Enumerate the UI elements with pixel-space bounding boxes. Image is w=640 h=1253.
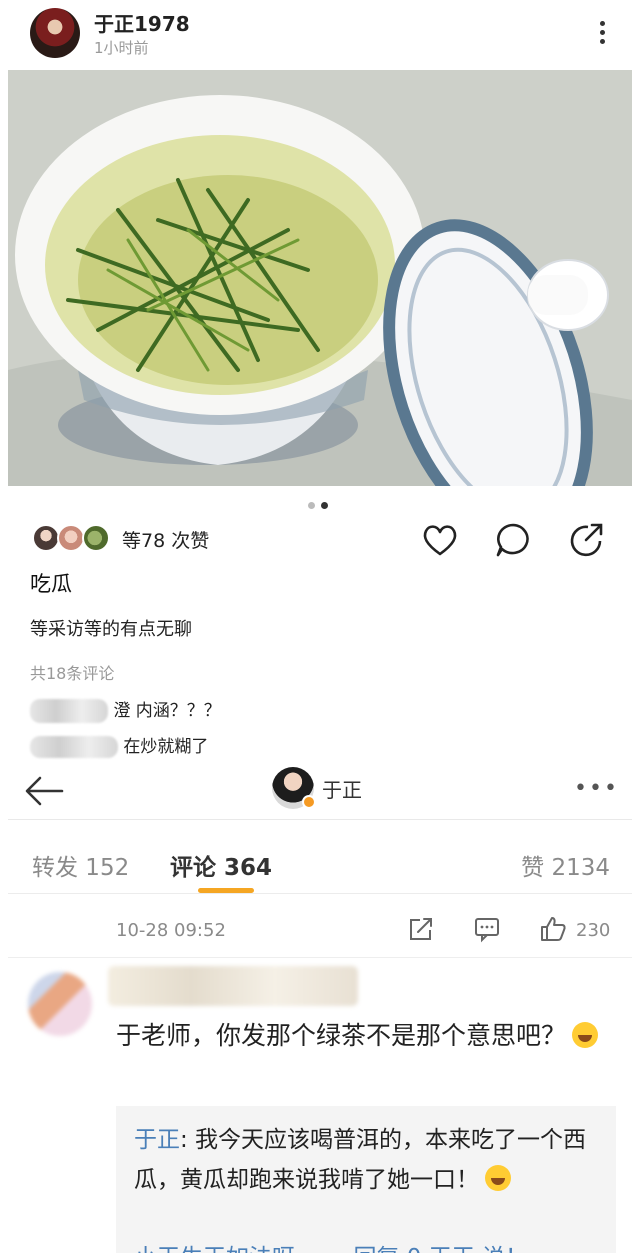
forward-icon[interactable] (406, 914, 436, 944)
comment-bubble-icon[interactable] (493, 520, 533, 560)
post-actions (392, 520, 606, 560)
carousel-dot-active (321, 502, 328, 509)
post-username[interactable]: 于正1978 (94, 8, 190, 37)
back-arrow-icon[interactable] (22, 768, 68, 814)
tab-comment[interactable]: 评论 364 (170, 848, 272, 882)
weibo-author-name[interactable]: 于正 (322, 774, 362, 803)
comment-text: 于老师，你发那个绿茶不是那个意思吧？ (116, 1014, 616, 1058)
blurred-username (108, 966, 358, 1006)
tab-repost[interactable]: 转发 152 (32, 848, 129, 882)
comment-preview: 在炒就糊了 (30, 732, 208, 758)
caption-text: 等采访等的有点无聊 (30, 619, 192, 640)
reply-box[interactable]: 于正: 我今天应该喝普洱的，本来吃了一个西瓜，黄瓜却跑来说我啃了她一口！ 小王生… (116, 1106, 616, 1253)
reply-author-link[interactable]: 于正 (134, 1127, 180, 1153)
reply-body: : 我今天应该喝普洱的，本来吃了一个西瓜，黄瓜却跑来说我啃了她一口！ (134, 1127, 587, 1193)
carousel-dot (308, 502, 315, 509)
reply-more-line[interactable]: 小王生王如法呀 ······ 回复 0 王王 说！ (134, 1238, 528, 1253)
liker-avatar[interactable] (32, 524, 60, 552)
post-time: 1小时前 (94, 39, 149, 57)
likes-row: 等78 次赞 (30, 520, 620, 560)
comment-preview-text: 澄 内涵？？？ (113, 701, 221, 721)
blurred-username (30, 736, 118, 758)
liker-avatar[interactable] (57, 524, 85, 552)
comment-icon[interactable] (472, 914, 502, 944)
more-options-icon[interactable] (592, 18, 612, 48)
like-count: 230 (576, 920, 611, 941)
likes-count[interactable]: 等78 次赞 (122, 526, 209, 553)
avatar[interactable] (28, 972, 92, 1036)
carousel-indicator (308, 494, 338, 509)
weibo-nav-bar: 于正 ••• (8, 762, 632, 820)
laughing-emoji-icon (485, 1165, 511, 1191)
reply-text: 于正: 我今天应该喝普洱的，本来吃了一个西瓜，黄瓜却跑来说我啃了她一口！ (134, 1120, 604, 1200)
post-meta-bar: 10-28 09:52 230 (8, 900, 632, 958)
comment-preview: 澄 内涵？？？ (30, 696, 221, 723)
tab-likes[interactable]: 赞 2134 (521, 848, 610, 882)
post-photo[interactable] (8, 70, 632, 486)
weibo-tabs: 转发 152 评论 364 赞 2134 (8, 830, 632, 894)
heart-icon[interactable] (420, 520, 460, 560)
comment-preview-text: 在炒就糊了 (123, 737, 209, 757)
avatar[interactable] (30, 8, 80, 58)
view-all-comments-link[interactable]: 共18条评论 (30, 660, 114, 684)
verified-badge-icon (302, 795, 316, 809)
thumbs-up-icon[interactable] (538, 914, 568, 944)
laughing-emoji-icon (572, 1022, 599, 1048)
more-options-icon[interactable]: ••• (574, 776, 619, 801)
share-icon[interactable] (566, 520, 606, 560)
post-date: 10-28 09:52 (116, 920, 226, 941)
caption-title: 吃瓜 (30, 572, 72, 596)
comment-body: 于老师，你发那个绿茶不是那个意思吧？ (116, 1021, 567, 1050)
active-tab-indicator (198, 888, 254, 893)
blurred-username (30, 699, 108, 723)
post-header: 于正1978 1小时前 (0, 0, 640, 68)
tea-cup-photo (8, 70, 632, 486)
liker-avatar[interactable] (82, 524, 110, 552)
